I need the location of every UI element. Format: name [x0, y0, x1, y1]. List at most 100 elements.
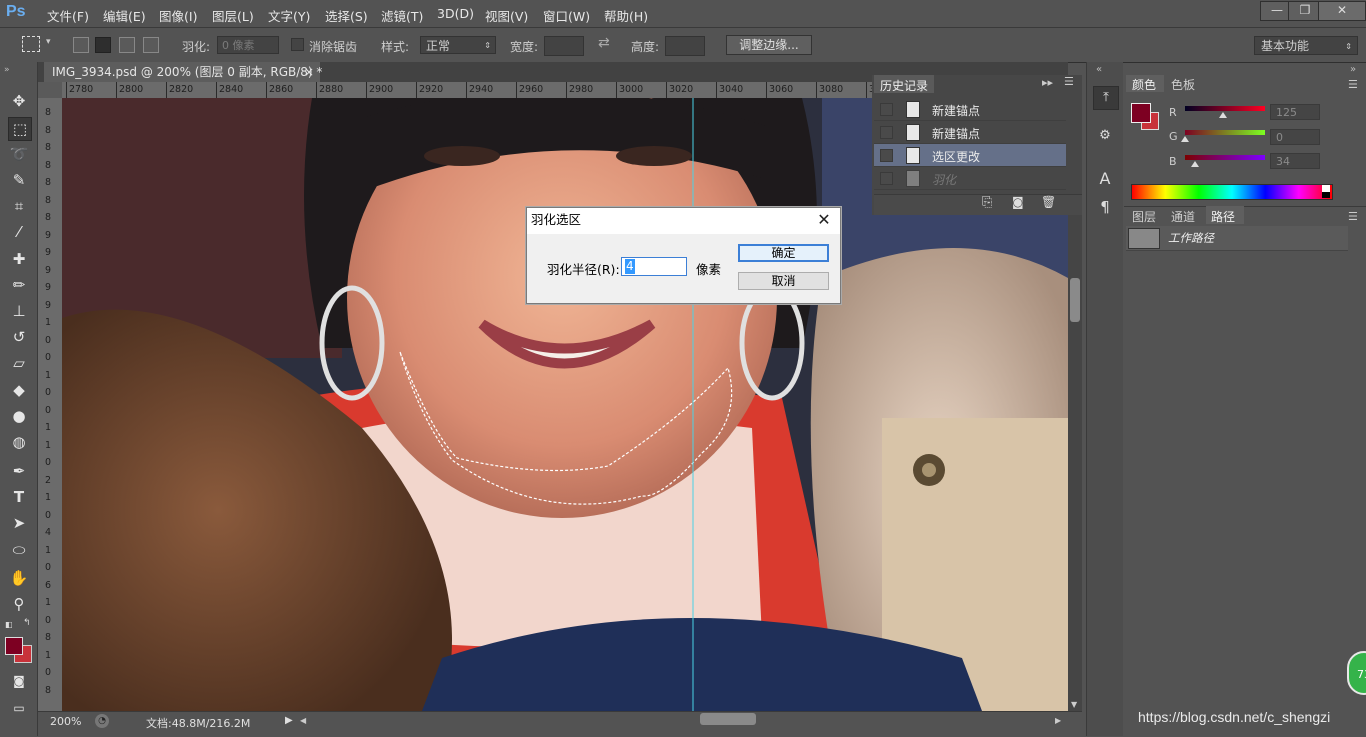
zoom-tool-icon[interactable]: ⚲ [8, 593, 30, 615]
menu-image[interactable]: 图像(I) [159, 6, 197, 25]
properties-panel-icon[interactable]: ⚙ [1093, 125, 1117, 147]
new-selection-icon[interactable] [73, 37, 89, 53]
ok-button[interactable]: 确定 [738, 244, 829, 262]
refine-edge-button[interactable]: 调整边缘... [726, 35, 812, 55]
quick-mask-icon[interactable]: ◙ [8, 670, 30, 692]
subtract-selection-icon[interactable] [119, 37, 135, 53]
new-document-from-state-icon[interactable]: ⎘ [982, 195, 992, 210]
rect-marquee-tool-icon[interactable]: ⬚ [8, 117, 32, 141]
collapse-arrows-icon[interactable]: » [1350, 64, 1356, 75]
scroll-right-arrow-icon[interactable]: ▶ [1055, 716, 1061, 725]
width-input[interactable] [544, 36, 584, 56]
chevron-down-icon[interactable]: ▾ [46, 37, 51, 47]
scroll-left-arrow-icon[interactable]: ◀ [300, 716, 306, 725]
paragraph-panel-icon[interactable]: ¶ [1093, 196, 1117, 218]
quick-select-tool-icon[interactable]: ✎ [8, 169, 30, 191]
g-slider-knob[interactable] [1181, 136, 1189, 142]
history-panel-icon[interactable]: ⤒ [1093, 86, 1119, 110]
horizontal-scroll-thumb[interactable] [700, 713, 756, 725]
brush-tool-icon[interactable]: ✏ [8, 274, 30, 296]
swap-colors-icon[interactable]: ↰ [23, 618, 31, 628]
pen-tool-icon[interactable]: ✒ [8, 460, 30, 482]
zoom-level[interactable]: 200% [50, 715, 81, 728]
menu-select[interactable]: 选择(S) [325, 6, 368, 25]
type-tool-icon[interactable]: T [8, 486, 30, 508]
intersect-selection-icon[interactable] [143, 37, 159, 53]
history-item[interactable]: 羽化 [874, 167, 1066, 190]
r-value[interactable]: 125 [1270, 104, 1320, 120]
healing-brush-tool-icon[interactable]: ✚ [8, 248, 30, 270]
add-selection-icon[interactable] [95, 37, 111, 53]
panel-menu-icon[interactable]: ☰ [1348, 210, 1358, 223]
notification-badge[interactable]: 73 [1347, 651, 1366, 695]
blur-tool-icon[interactable]: ● [8, 405, 30, 427]
r-slider-knob[interactable] [1219, 112, 1227, 118]
menu-window[interactable]: 窗口(W) [543, 6, 590, 25]
history-item[interactable]: 新建锚点 [874, 98, 1066, 121]
restore-button[interactable]: ❐ [1288, 1, 1322, 21]
ellipse-tool-icon[interactable]: ⬭ [8, 539, 30, 561]
menu-view[interactable]: 视图(V) [485, 6, 528, 25]
history-checkbox[interactable] [880, 172, 893, 185]
scroll-down-arrow-icon[interactable]: ▼ [1071, 700, 1077, 709]
menu-3d[interactable]: 3D(D) [437, 6, 474, 21]
status-info-icon[interactable]: ◔ [95, 714, 109, 728]
marquee-preset-icon[interactable] [22, 36, 40, 52]
history-checkbox[interactable] [880, 126, 893, 139]
panel-menu-icon[interactable]: ☰ [1064, 75, 1074, 88]
history-brush-tool-icon[interactable]: ↺ [8, 326, 30, 348]
g-value[interactable]: 0 [1270, 129, 1320, 145]
workspace-select[interactable]: 基本功能 ⇕ [1254, 36, 1358, 55]
swatches-tab[interactable]: 色板 [1171, 76, 1195, 93]
g-slider[interactable] [1185, 130, 1265, 135]
path-select-tool-icon[interactable]: ➤ [8, 512, 30, 534]
history-item[interactable]: 选区更改 [874, 144, 1066, 167]
color-spectrum[interactable] [1131, 184, 1333, 200]
menu-type[interactable]: 文字(Y) [268, 6, 310, 25]
height-input[interactable] [665, 36, 705, 56]
swap-icon[interactable]: ⇄ [598, 35, 610, 51]
r-slider[interactable] [1185, 106, 1265, 111]
feather-option-input[interactable]: 0 像素 [217, 36, 279, 54]
default-colors-icon[interactable]: ◧ [5, 620, 13, 629]
panel-menu-icon[interactable]: ☰ [1348, 78, 1358, 91]
character-panel-icon[interactable]: A [1093, 168, 1117, 190]
collapse-arrows-icon[interactable]: « [1096, 64, 1102, 75]
b-value[interactable]: 34 [1270, 153, 1320, 169]
layers-tab[interactable]: 图层 [1132, 208, 1156, 225]
snapshot-icon[interactable]: ◙ [1012, 195, 1024, 209]
lasso-tool-icon[interactable]: ➰ [8, 143, 30, 165]
history-item[interactable]: 新建锚点 [874, 121, 1066, 144]
channels-tab[interactable]: 通道 [1171, 208, 1195, 225]
status-menu-arrow-icon[interactable]: ▶ [285, 715, 293, 726]
trash-icon[interactable]: 🗑 [1041, 195, 1056, 209]
clone-stamp-tool-icon[interactable]: ⊥ [8, 300, 30, 322]
dodge-tool-icon[interactable]: ◍ [8, 431, 30, 453]
b-slider-knob[interactable] [1191, 161, 1199, 167]
eraser-tool-icon[interactable]: ▱ [8, 352, 30, 374]
menu-edit[interactable]: 编辑(E) [103, 6, 146, 25]
b-slider[interactable] [1185, 155, 1265, 160]
paths-tab[interactable]: 路径 [1206, 206, 1244, 224]
close-window-button[interactable]: ✕ [1318, 1, 1366, 21]
history-tab[interactable]: 历史记录 [874, 75, 934, 93]
menu-help[interactable]: 帮助(H) [604, 6, 648, 25]
close-icon[interactable]: × [304, 62, 314, 82]
color-tab[interactable]: 颜色 [1126, 75, 1164, 92]
vertical-scroll-thumb[interactable] [1070, 278, 1080, 322]
close-icon[interactable]: ✕ [814, 210, 834, 230]
history-checkbox[interactable] [880, 103, 893, 116]
foreground-color-swatch[interactable] [5, 637, 23, 655]
eyedropper-tool-icon[interactable]: ⁄ [8, 221, 30, 243]
menu-filter[interactable]: 滤镜(T) [381, 6, 423, 25]
style-select[interactable]: 正常 ⇕ [420, 36, 496, 54]
black-swatch[interactable] [1322, 192, 1330, 198]
crop-tool-icon[interactable]: ⌗ [8, 195, 30, 217]
feather-radius-input[interactable]: 4 [621, 257, 687, 276]
collapse-arrows-icon[interactable]: » [4, 65, 10, 75]
document-tab[interactable]: IMG_3934.psd @ 200% (图层 0 副本, RGB/8) * × [44, 62, 322, 82]
screen-mode-icon[interactable]: ▭ [8, 697, 30, 719]
foreground-color-chip[interactable] [1131, 103, 1151, 123]
move-tool-icon[interactable]: ✥ [8, 90, 30, 112]
antialias-checkbox[interactable] [291, 38, 304, 51]
